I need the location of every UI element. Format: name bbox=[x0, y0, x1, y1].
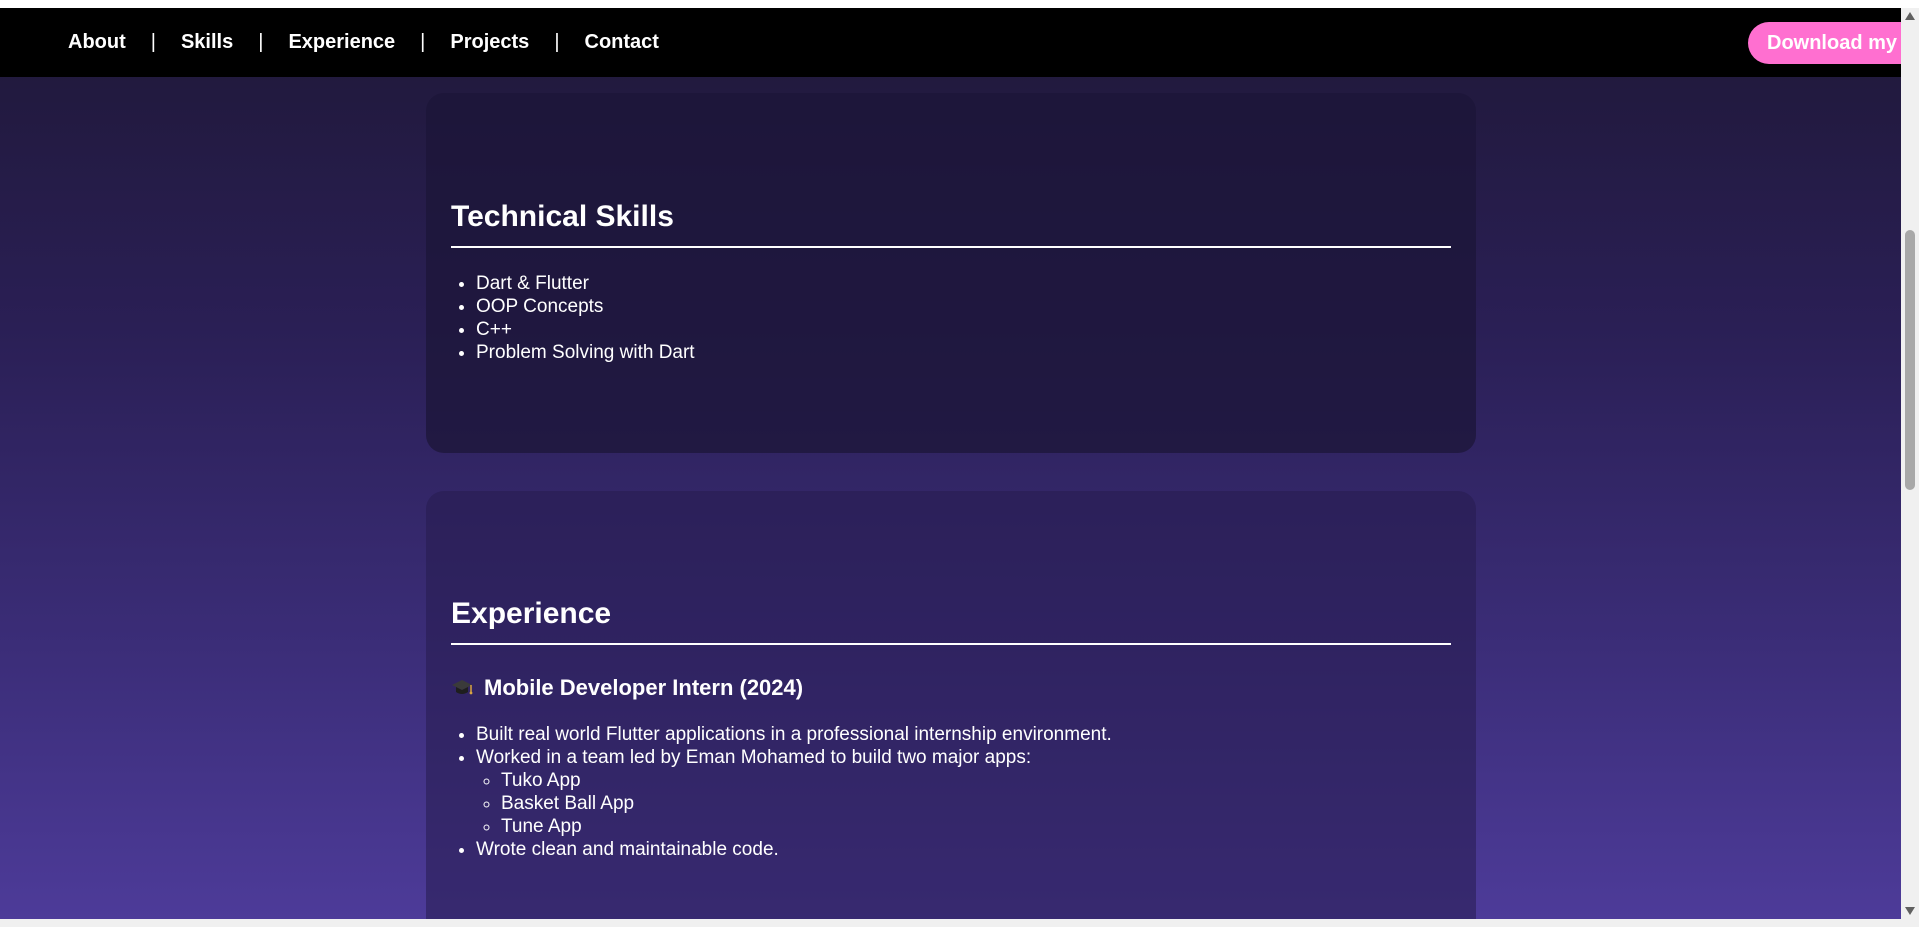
scroll-up-arrow-icon[interactable] bbox=[1905, 12, 1915, 20]
job-heading: Mobile Developer Intern (2024) bbox=[451, 675, 1451, 701]
skill-item: Problem Solving with Dart bbox=[476, 341, 1451, 364]
experience-card: Experience Mobile Developer Intern (2024… bbox=[426, 491, 1476, 919]
nav-separator: | bbox=[554, 31, 560, 53]
nav-link-experience[interactable]: Experience bbox=[288, 31, 395, 54]
skill-item: Dart & Flutter bbox=[476, 272, 1451, 295]
experience-bullet: Wrote clean and maintainable code. bbox=[476, 838, 1451, 861]
experience-title: Experience bbox=[451, 597, 1451, 645]
skill-item: C++ bbox=[476, 318, 1451, 341]
scroll-down-arrow-icon[interactable] bbox=[1905, 907, 1915, 915]
nav-link-skills[interactable]: Skills bbox=[181, 31, 233, 54]
nav-separator: | bbox=[420, 31, 426, 53]
experience-bullet: Built real world Flutter applications in… bbox=[476, 723, 1451, 746]
experience-bullet-text: Worked in a team led by Eman Mohamed to … bbox=[476, 747, 1032, 768]
graduation-cap-icon bbox=[452, 680, 473, 695]
job-title: Mobile Developer Intern (2024) bbox=[484, 675, 804, 700]
nav-link-projects[interactable]: Projects bbox=[450, 31, 529, 54]
vertical-scrollbar[interactable] bbox=[1901, 8, 1919, 919]
skill-item: OOP Concepts bbox=[476, 295, 1451, 318]
download-cv-button[interactable]: Download my bbox=[1748, 22, 1901, 64]
nav-link-contact[interactable]: Contact bbox=[585, 31, 659, 54]
experience-bullet: Worked in a team led by Eman Mohamed to … bbox=[476, 746, 1451, 838]
apps-list: Tuko App Basket Ball App Tune App bbox=[501, 769, 1451, 838]
nav-separator: | bbox=[150, 31, 156, 53]
app-item: Basket Ball App bbox=[501, 792, 1451, 815]
skills-list: Dart & Flutter OOP Concepts C++ Problem … bbox=[476, 272, 1451, 364]
bottom-bar bbox=[0, 919, 1919, 927]
page-viewport: About | Skills | Experience | Projects |… bbox=[0, 8, 1901, 919]
app-item: Tuko App bbox=[501, 769, 1451, 792]
skills-card: Technical Skills Dart & Flutter OOP Conc… bbox=[426, 93, 1476, 453]
app-item: Tune App bbox=[501, 815, 1451, 838]
skills-title: Technical Skills bbox=[451, 200, 1451, 248]
experience-list: Built real world Flutter applications in… bbox=[476, 723, 1451, 861]
scroll-thumb[interactable] bbox=[1905, 230, 1915, 490]
top-navbar: About | Skills | Experience | Projects |… bbox=[0, 8, 1901, 77]
nav-link-about[interactable]: About bbox=[68, 31, 126, 54]
nav-separator: | bbox=[258, 31, 264, 53]
